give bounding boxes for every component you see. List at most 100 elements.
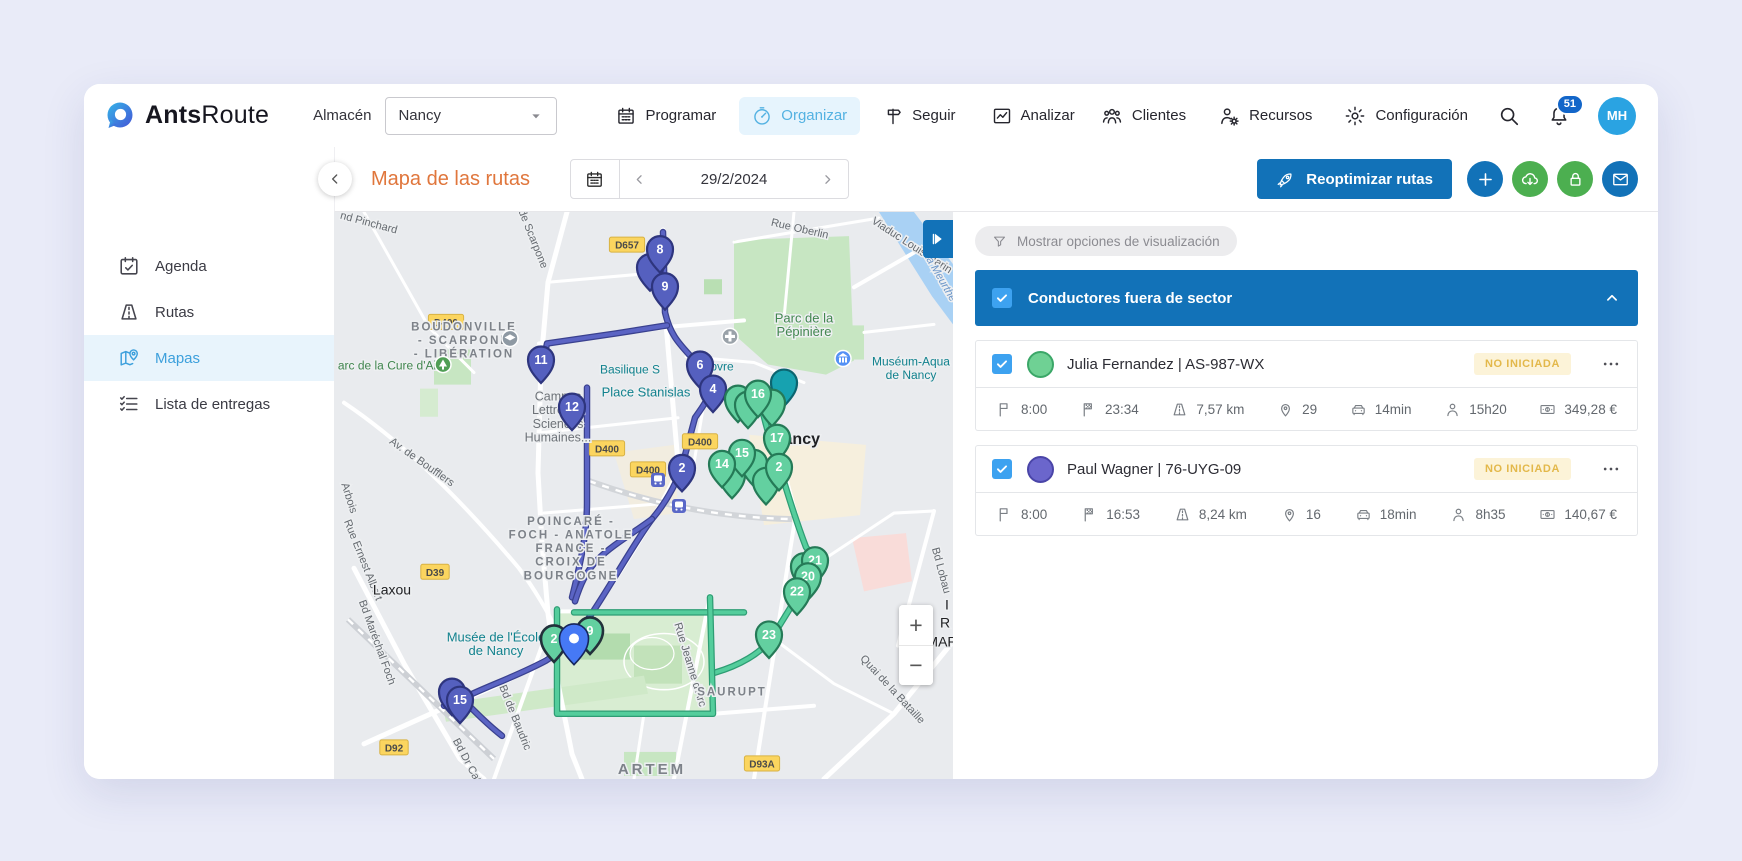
cloud-download-button[interactable] [1512,161,1548,197]
map-expand-button[interactable] [923,220,953,258]
driver-menu-button[interactable] [1601,354,1621,374]
date-value[interactable]: 29/2/2024 [660,171,808,188]
stat-cash: 349,28 € [1539,401,1617,418]
avatar[interactable]: MH [1598,96,1636,135]
group-label: Conductores fuera de sector [1028,289,1233,307]
zoom-out-button[interactable]: − [899,645,933,685]
map-label: ARTEM [618,761,686,778]
chevron-left-icon [327,171,343,187]
drivers-group-header[interactable]: Conductores fuera de sector [975,270,1638,326]
warehouse-select[interactable]: Nancy [385,96,558,135]
map-label: SAURUPT [697,687,767,699]
pini-icon [1277,401,1294,418]
search-button[interactable] [1498,105,1520,127]
driver-menu-button[interactable] [1601,459,1621,479]
brand-logo[interactable]: AntsRoute [104,100,269,132]
search-icon [1498,105,1520,127]
funnel-icon [992,234,1007,249]
svg-text:22: 22 [790,585,804,599]
page-background: AntsRoute Almacén Nancy Programar Organi… [0,0,1742,861]
driver-name: Paul Wagner | 76-UYG-09 [1067,460,1242,478]
driver-name: Julia Fernandez | AS-987-WX [1067,355,1265,373]
sidebar-item-mapas[interactable]: Mapas [84,335,334,381]
svg-text:2: 2 [679,461,686,475]
road-shield: D93A [743,755,781,772]
map[interactable]: D657 D400 D400 D400 D400 D39 D92 D93A nd Pinchar… [334,212,953,779]
calendar-check-icon [118,255,140,277]
map-label: Laxou [373,581,411,597]
sidebar-item-agenda[interactable]: Agenda [84,243,334,289]
chevron-up-icon [1603,289,1621,307]
driver-checkbox[interactable] [992,459,1012,479]
send-mail-button[interactable] [1602,161,1638,197]
zoom-in-button[interactable]: + [899,605,933,645]
svg-text:9: 9 [662,280,669,294]
map-icon [118,347,140,369]
roadi-icon [1174,506,1191,523]
van-icon [1350,401,1367,418]
sidebar-item-lista-de-entregas[interactable]: Lista de entregas [84,381,334,427]
flag-icon [996,401,1013,418]
sidebar-item-rutas[interactable]: Rutas [84,289,334,335]
stat-person: 8h35 [1450,506,1506,523]
toolbar-actions: Reoptimizar rutas [1257,159,1658,199]
road-shield: D400 [681,433,719,450]
signpost-icon [883,106,903,126]
checklist-icon [118,393,140,415]
collapse-group-button[interactable] [1603,289,1621,307]
date-next-button[interactable] [808,160,848,198]
person-icon [1444,401,1461,418]
driver-stats-row: 8:00 23:34 7,57 km 29 14min 15h20 349,28… [975,388,1638,431]
svg-text:16: 16 [751,387,765,401]
group-checkbox[interactable] [992,288,1012,308]
driver-color-dot [1027,455,1054,483]
stat-pini: 29 [1277,401,1317,418]
date-prev-button[interactable] [620,160,660,198]
stat-roadi: 7,57 km [1171,401,1244,418]
stat-roadi: 8,24 km [1174,506,1247,523]
tab-analizar[interactable]: Analizar [979,97,1088,135]
svg-text:2: 2 [551,632,558,646]
calendar-icon [585,170,604,189]
reoptimize-routes-button[interactable]: Reoptimizar rutas [1257,159,1452,199]
stat-van: 18min [1355,506,1417,523]
rocket-icon [1276,170,1295,189]
driver-stats-row: 8:00 16:53 8,24 km 16 18min 8h35 140,67 … [975,493,1638,536]
stat-van: 14min [1350,401,1412,418]
lock-button[interactable] [1557,161,1593,197]
tree-poi-icon [434,355,452,374]
calendar-icon [616,106,636,126]
tab-seguir[interactable]: Seguir [870,97,968,135]
tab-clientes[interactable]: Clientes [1099,96,1188,136]
tab-programar[interactable]: Programar [603,97,729,135]
calendar-button[interactable] [571,160,620,198]
tab-configuracion[interactable]: Configuración [1342,96,1470,136]
map-canvas[interactable]: D657D400D400D400D400D39D92D93And Pinchar… [334,212,953,779]
display-options-button[interactable]: Mostrar opciones de visualización [975,226,1237,256]
svg-text:D657: D657 [615,241,639,252]
map-label: Parc de la Pépinière [775,310,834,339]
status-badge: NO INICIADA [1473,458,1571,480]
van-icon [1355,506,1372,523]
roadi-icon [1171,401,1188,418]
driver-checkbox[interactable] [992,354,1012,374]
ellipsis-icon [1601,459,1621,479]
stat-flagf: 23:34 [1080,401,1139,418]
train-poi-icon [672,499,686,514]
tab-recursos[interactable]: Recursos [1216,96,1314,136]
driver-row[interactable]: Julia Fernandez | AS-987-WX NO INICIADA [975,340,1638,388]
check-icon [995,291,1009,305]
map-label: R [940,614,950,630]
chevron-down-icon [528,108,544,124]
cash-icon [1539,506,1556,523]
driver-row[interactable]: Paul Wagner | 76-UYG-09 NO INICIADA [975,445,1638,493]
map-zoom-control: + − [899,605,933,685]
pini-icon [1281,506,1298,523]
collapse-sidebar-button[interactable] [318,162,352,196]
notifications-badge: 51 [1555,93,1584,115]
svg-text:4: 4 [710,382,717,396]
tab-organizar[interactable]: Organizar [739,96,861,135]
arrow-right-icon [929,230,947,248]
notifications-button[interactable]: 51 [1548,93,1584,127]
add-button[interactable] [1467,161,1503,197]
